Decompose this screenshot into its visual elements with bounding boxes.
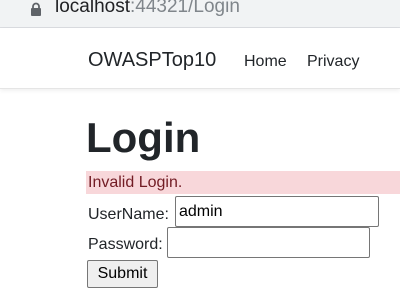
nav-link-home[interactable]: Home	[244, 52, 287, 72]
browser-address-bar[interactable]: localhost:44321/Login	[0, 0, 400, 28]
username-label: UserName:	[88, 206, 169, 223]
brand-link[interactable]: OWASPTop10	[88, 48, 216, 72]
site-navbar: OWASPTop10 Home Privacy	[0, 28, 400, 89]
lock-icon[interactable]	[30, 2, 42, 16]
username-input[interactable]	[175, 196, 379, 227]
address-url[interactable]: localhost:44321/Login	[55, 0, 240, 18]
nav-link-privacy[interactable]: Privacy	[307, 52, 359, 72]
error-message: Invalid Login.	[88, 174, 183, 191]
url-path: :44321/Login	[130, 0, 240, 17]
page-title: Login	[86, 114, 201, 161]
password-input[interactable]	[167, 227, 370, 258]
url-host: localhost	[55, 0, 130, 17]
password-label: Password:	[88, 236, 163, 253]
